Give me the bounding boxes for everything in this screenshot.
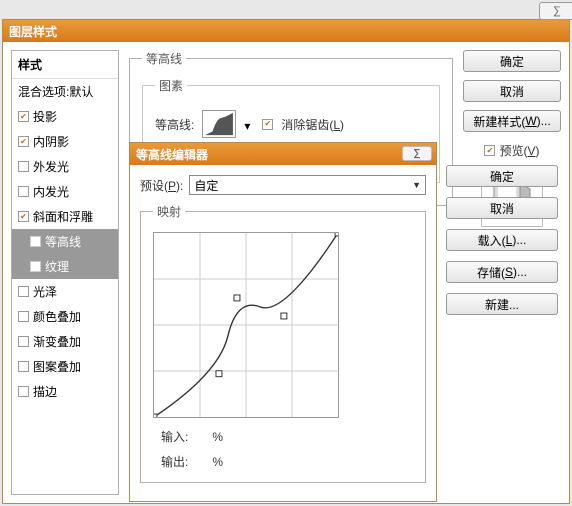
output-pct: % (212, 455, 223, 469)
style-label: 渐变叠加 (33, 333, 81, 350)
outer-titlebar[interactable]: 图层样式 (3, 20, 569, 42)
cancel-button[interactable]: 取消 (463, 80, 561, 102)
element-legend: 图素 (155, 77, 187, 94)
mapping-legend: 映射 (153, 203, 185, 220)
style-label: 外发光 (33, 158, 69, 175)
style-checkbox[interactable] (18, 311, 29, 322)
preset-value: 自定 (194, 177, 218, 194)
editor-cancel-button[interactable]: 取消 (446, 197, 558, 219)
curve-canvas[interactable] (153, 232, 339, 418)
style-label: 光泽 (33, 283, 57, 300)
style-item[interactable]: 光泽 (12, 279, 118, 304)
input-label: 输入: (161, 428, 188, 445)
contour-thumbnail[interactable] (202, 110, 236, 138)
contour-label: 等高线: (155, 116, 194, 133)
input-pct: % (212, 430, 223, 444)
style-checkbox[interactable] (18, 161, 29, 172)
style-checkbox[interactable] (30, 236, 41, 247)
style-item[interactable]: 描边 (12, 379, 118, 404)
style-item[interactable]: 投影 (12, 104, 118, 129)
antialias-checkbox[interactable] (262, 119, 273, 130)
output-label: 输出: (161, 453, 188, 470)
style-item[interactable]: 内发光 (12, 179, 118, 204)
style-checkbox[interactable] (18, 361, 29, 372)
style-item[interactable]: 颜色叠加 (12, 304, 118, 329)
style-item[interactable]: 外发光 (12, 154, 118, 179)
outer-close-button[interactable]: ∑ (539, 2, 572, 20)
chevron-down-icon: ▼ (412, 180, 421, 190)
editor-buttons: 确定 取消 载入(L)... 存储(S)... 新建... (446, 165, 558, 315)
style-item[interactable]: 纹理 (12, 254, 118, 279)
style-item[interactable]: 渐变叠加 (12, 329, 118, 354)
style-checkbox[interactable] (18, 111, 29, 122)
antialias-label: 消除锯齿(L) (281, 116, 344, 133)
editor-ok-button[interactable]: 确定 (446, 165, 558, 187)
style-label: 图案叠加 (33, 358, 81, 375)
style-label: 等高线 (45, 233, 81, 250)
style-item[interactable]: 等高线 (12, 229, 118, 254)
style-label: 纹理 (45, 258, 69, 275)
styles-panel: 样式 混合选项:默认 投影内阴影外发光内发光斜面和浮雕等高线纹理光泽颜色叠加渐变… (11, 50, 119, 495)
preview-checkbox[interactable] (484, 145, 495, 156)
outer-title: 图层样式 (9, 23, 563, 40)
styles-header: 样式 (12, 51, 118, 79)
style-checkbox[interactable] (18, 336, 29, 347)
mid-panel: 等高线 图素 等高线: ▾ 消除锯齿(L) 范围(R): (129, 50, 453, 495)
editor-titlebar[interactable]: 等高线编辑器 ∑ (130, 143, 436, 165)
style-checkbox[interactable] (18, 186, 29, 197)
preset-combo[interactable]: 自定 ▼ (189, 175, 426, 195)
style-label: 内发光 (33, 183, 69, 200)
contour-legend: 等高线 (142, 50, 186, 67)
blend-options[interactable]: 混合选项:默认 (12, 79, 118, 104)
preset-label: 预设(P): (140, 177, 183, 194)
preview-label: 预览(V) (499, 142, 539, 159)
editor-load-button[interactable]: 载入(L)... (446, 229, 558, 251)
style-checkbox[interactable] (18, 211, 29, 222)
style-item[interactable]: 斜面和浮雕 (12, 204, 118, 229)
style-checkbox[interactable] (30, 261, 41, 272)
style-label: 斜面和浮雕 (33, 208, 93, 225)
contour-editor-dialog: 等高线编辑器 ∑ 预设(P): 自定 ▼ 映射 (129, 142, 437, 502)
editor-save-button[interactable]: 存储(S)... (446, 261, 558, 283)
contour-dropdown-icon[interactable]: ▾ (244, 119, 254, 129)
style-item[interactable]: 内阴影 (12, 129, 118, 154)
mapping-group: 映射 输入: % 输出: % (140, 203, 426, 483)
style-label: 描边 (33, 383, 57, 400)
ok-button[interactable]: 确定 (463, 50, 561, 72)
editor-close-button[interactable]: ∑ (402, 146, 432, 161)
newstyle-button[interactable]: 新建样式(W)... (463, 110, 561, 132)
style-checkbox[interactable] (18, 286, 29, 297)
layer-style-dialog: ∑ 图层样式 样式 混合选项:默认 投影内阴影外发光内发光斜面和浮雕等高线纹理光… (2, 19, 570, 504)
style-label: 颜色叠加 (33, 308, 81, 325)
style-item[interactable]: 图案叠加 (12, 354, 118, 379)
style-checkbox[interactable] (18, 386, 29, 397)
style-label: 投影 (33, 108, 57, 125)
style-checkbox[interactable] (18, 136, 29, 147)
editor-new-button[interactable]: 新建... (446, 293, 558, 315)
editor-title: 等高线编辑器 (136, 146, 430, 163)
style-label: 内阴影 (33, 133, 69, 150)
